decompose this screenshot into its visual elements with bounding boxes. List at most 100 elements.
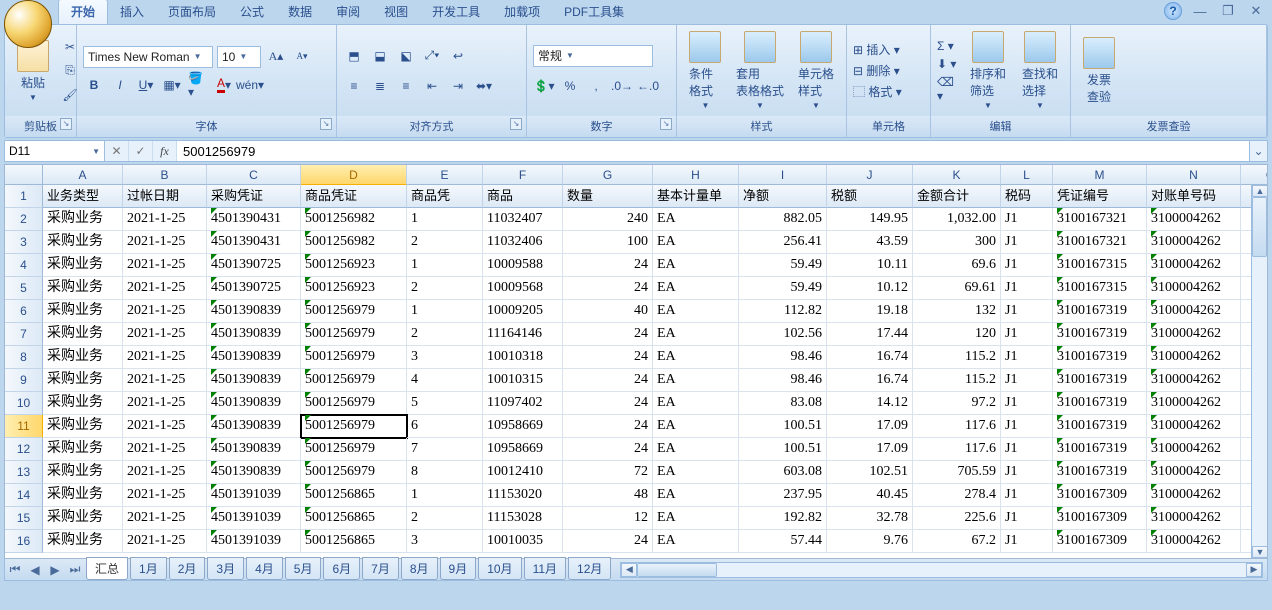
grow-font-button[interactable]: A▴ — [265, 46, 287, 68]
cell[interactable]: 2021-1-25 — [123, 254, 207, 277]
sheet-tab[interactable]: 7月 — [362, 557, 399, 580]
cell[interactable]: 115.2 — [913, 369, 1001, 392]
cell[interactable]: 24 — [563, 323, 653, 346]
cell[interactable]: 603.08 — [739, 461, 827, 484]
header-cell[interactable]: 税码 — [1001, 185, 1053, 208]
cell[interactable]: 97.2 — [913, 392, 1001, 415]
cell[interactable]: 17.44 — [827, 323, 913, 346]
cell[interactable]: 3100004262 — [1147, 461, 1241, 484]
align-middle-button[interactable]: ⬓ — [369, 45, 391, 67]
ribbon-tab-pdf[interactable]: PDF工具集 — [552, 0, 636, 24]
cell[interactable]: 237.95 — [739, 484, 827, 507]
cell[interactable]: 3100004262 — [1147, 530, 1241, 553]
sheet-tab[interactable]: 9月 — [440, 557, 477, 580]
cell[interactable]: 40 — [563, 300, 653, 323]
cell[interactable]: 48 — [563, 484, 653, 507]
cell[interactable]: 12 — [563, 507, 653, 530]
header-cell[interactable]: 商品 — [483, 185, 563, 208]
currency-button[interactable]: 💲▾ — [533, 75, 555, 97]
header-cell[interactable]: 采购凭证 — [207, 185, 301, 208]
comma-button[interactable]: , — [585, 75, 607, 97]
cell[interactable]: 120 — [913, 323, 1001, 346]
cell[interactable]: 59.49 — [739, 277, 827, 300]
cell[interactable]: 100 — [563, 231, 653, 254]
cell[interactable]: J1 — [1001, 392, 1053, 415]
cell[interactable]: 3100167319 — [1053, 461, 1147, 484]
cell[interactable]: 2021-1-25 — [123, 530, 207, 553]
row-header[interactable]: 16 — [5, 530, 43, 553]
cell[interactable]: 3100167319 — [1053, 323, 1147, 346]
cell[interactable]: EA — [653, 323, 739, 346]
cell[interactable]: J1 — [1001, 415, 1053, 438]
cell[interactable]: 5001256982 — [301, 231, 407, 254]
launcher-icon[interactable]: ↘ — [320, 118, 332, 130]
last-sheet-button[interactable]: ⏭ — [65, 561, 85, 579]
cell[interactable]: 24 — [563, 277, 653, 300]
cell[interactable]: 采购业务 — [43, 530, 123, 553]
cell[interactable]: 5001256979 — [301, 369, 407, 392]
phonetic-button[interactable]: wén▾ — [239, 74, 261, 96]
fill-button[interactable]: ⬇ ▾ — [937, 57, 960, 71]
launcher-icon[interactable]: ↘ — [60, 118, 72, 130]
cell[interactable]: 5001256979 — [301, 392, 407, 415]
percent-button[interactable]: % — [559, 75, 581, 97]
row-header[interactable]: 6 — [5, 300, 43, 323]
cell[interactable]: 2021-1-25 — [123, 507, 207, 530]
cond-format-button[interactable]: 条件格式▼ — [683, 29, 728, 112]
col-header-C[interactable]: C — [207, 165, 301, 185]
row-header[interactable]: 4 — [5, 254, 43, 277]
cell[interactable]: 132 — [913, 300, 1001, 323]
cell[interactable]: 5001256865 — [301, 507, 407, 530]
launcher-icon[interactable]: ↘ — [510, 118, 522, 130]
cell[interactable]: 14.12 — [827, 392, 913, 415]
cell[interactable]: 11153028 — [483, 507, 563, 530]
align-center-button[interactable]: ≣ — [369, 75, 391, 97]
cell[interactable]: J1 — [1001, 346, 1053, 369]
col-header-A[interactable]: A — [43, 165, 123, 185]
cell[interactable]: 705.59 — [913, 461, 1001, 484]
cell[interactable]: 3100004262 — [1147, 300, 1241, 323]
cell[interactable]: 2021-1-25 — [123, 346, 207, 369]
help-icon[interactable]: ? — [1164, 2, 1182, 20]
header-cell[interactable]: 凭证编号 — [1053, 185, 1147, 208]
cell[interactable]: J1 — [1001, 369, 1053, 392]
ribbon-tab-pagelayout[interactable]: 页面布局 — [156, 0, 228, 24]
cell[interactable]: 57.44 — [739, 530, 827, 553]
cell[interactable]: 67.2 — [913, 530, 1001, 553]
header-cell[interactable]: 对账单号码 — [1147, 185, 1241, 208]
row-header[interactable]: 11 — [5, 415, 43, 438]
cell[interactable]: 225.6 — [913, 507, 1001, 530]
ribbon-tab-home[interactable]: 开始 — [58, 0, 108, 24]
cell[interactable]: EA — [653, 530, 739, 553]
cell[interactable]: 3100167319 — [1053, 392, 1147, 415]
office-orb-button[interactable] — [4, 0, 52, 48]
cell[interactable]: 112.82 — [739, 300, 827, 323]
cell[interactable]: 11153020 — [483, 484, 563, 507]
cell[interactable]: 3100004262 — [1147, 507, 1241, 530]
col-header-M[interactable]: M — [1053, 165, 1147, 185]
minimize-button[interactable]: — — [1190, 3, 1210, 19]
cell[interactable]: 4501391039 — [207, 530, 301, 553]
cell[interactable]: 3100004262 — [1147, 346, 1241, 369]
invoice-check-button[interactable]: 发票 查验 — [1077, 35, 1121, 107]
cell[interactable]: 采购业务 — [43, 438, 123, 461]
cell[interactable]: J1 — [1001, 507, 1053, 530]
cell[interactable]: 采购业务 — [43, 231, 123, 254]
cell[interactable]: 17.09 — [827, 438, 913, 461]
cell[interactable]: 100.51 — [739, 415, 827, 438]
cell[interactable]: 10009568 — [483, 277, 563, 300]
cell[interactable]: J1 — [1001, 208, 1053, 231]
cell[interactable]: 3100167321 — [1053, 208, 1147, 231]
cell[interactable]: 3 — [407, 346, 483, 369]
cell[interactable]: 24 — [563, 369, 653, 392]
cell[interactable]: 3100004262 — [1147, 392, 1241, 415]
cell[interactable]: 7 — [407, 438, 483, 461]
cell[interactable]: 40.45 — [827, 484, 913, 507]
cell[interactable]: EA — [653, 300, 739, 323]
cell[interactable]: 43.59 — [827, 231, 913, 254]
cell[interactable]: 3100167315 — [1053, 277, 1147, 300]
cell[interactable]: 3100004262 — [1147, 254, 1241, 277]
cell[interactable]: J1 — [1001, 231, 1053, 254]
header-cell[interactable]: 过帐日期 — [123, 185, 207, 208]
cell[interactable]: 117.6 — [913, 438, 1001, 461]
